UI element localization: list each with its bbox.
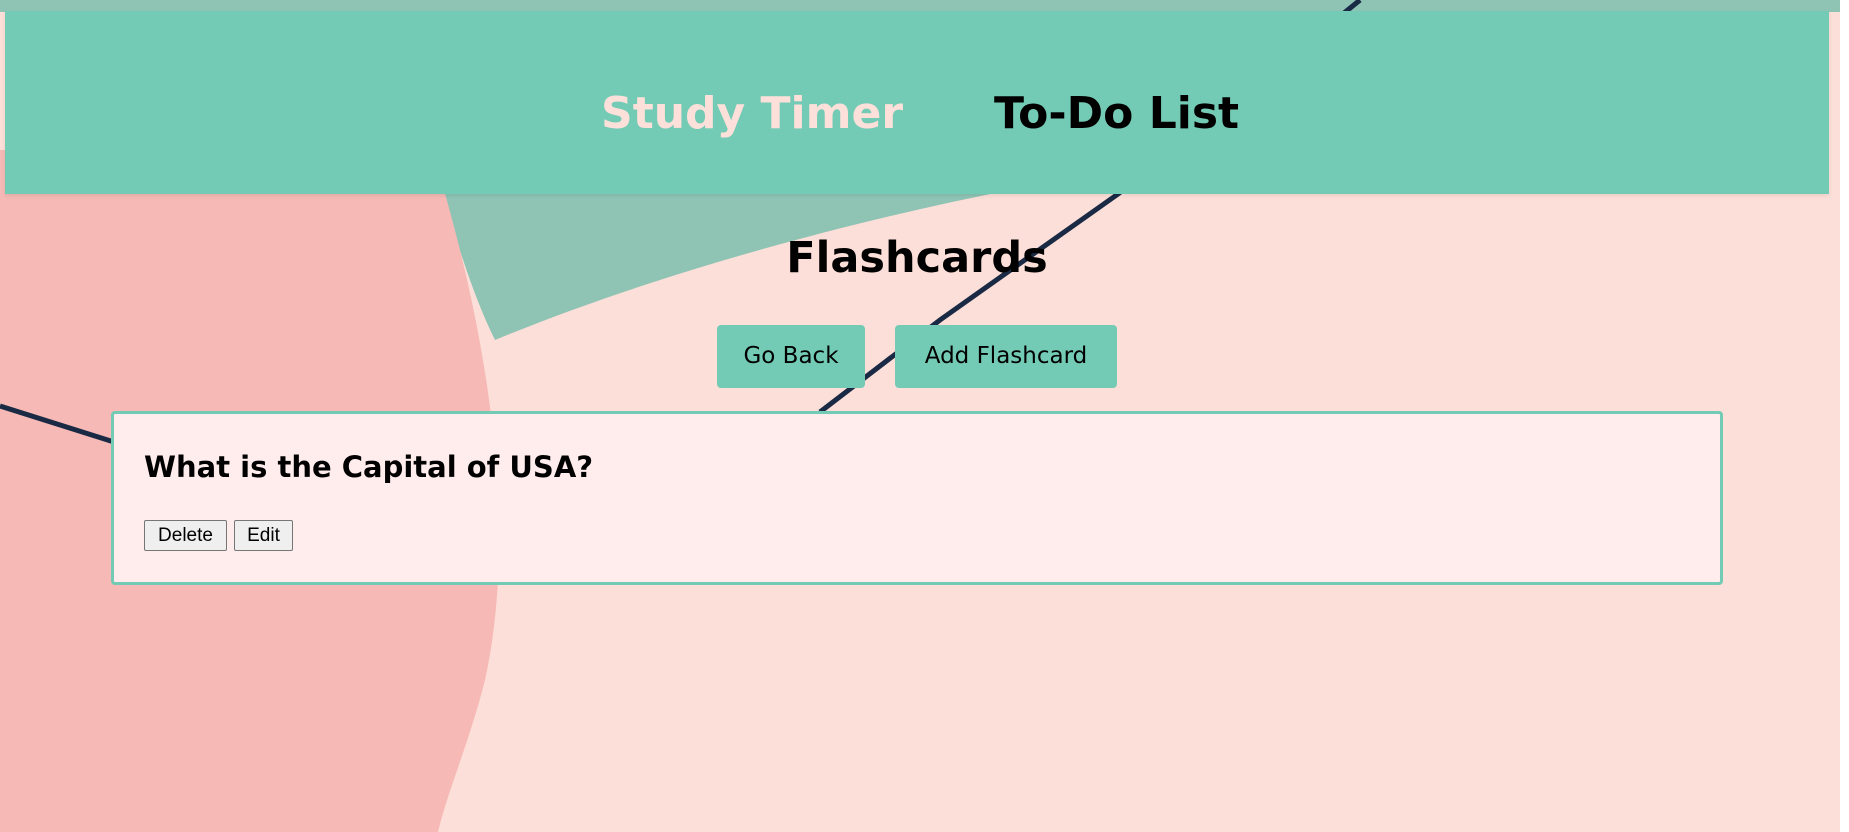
- go-back-button[interactable]: Go Back: [717, 325, 865, 388]
- flashcard-item: What is the Capital of USA? Delete Edit: [111, 411, 1723, 585]
- flashcard-question: What is the Capital of USA?: [144, 450, 594, 484]
- edit-flashcard-button[interactable]: Edit: [234, 520, 293, 551]
- page: Study Timer To-Do List Flashcards Go Bac…: [0, 0, 1849, 832]
- add-flashcard-button[interactable]: Add Flashcard: [895, 325, 1117, 388]
- nav-study-timer-link[interactable]: Study Timer: [601, 84, 903, 144]
- page-title: Flashcards: [786, 233, 1048, 283]
- top-navbar: Study Timer To-Do List: [5, 11, 1829, 194]
- delete-flashcard-button[interactable]: Delete: [144, 520, 227, 551]
- nav-todo-list-link[interactable]: To-Do List: [994, 84, 1239, 144]
